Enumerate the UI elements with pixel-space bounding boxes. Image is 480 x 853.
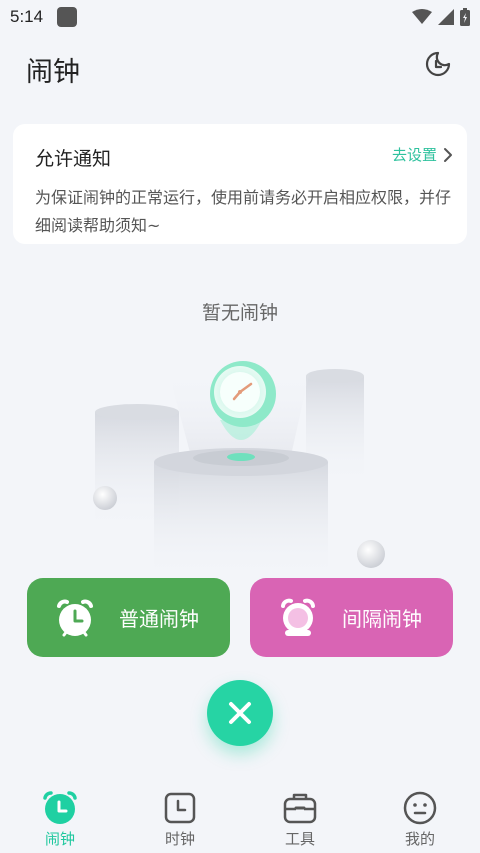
tab-alarm-label: 闹钟	[44, 830, 75, 848]
tab-tools-label: 工具	[284, 830, 315, 848]
wifi-icon	[412, 9, 432, 24]
page-title: 闹钟	[26, 57, 80, 88]
interval-alarm-icon	[281, 598, 315, 636]
add-normal-alarm-button[interactable]: 普通闹钟	[27, 578, 230, 657]
notice-text: 为保证闹钟的正常运行，使用前请务必开启相应权限，并仔细阅读帮助须知~	[35, 188, 452, 235]
normal-alarm-label: 普通闹钟	[119, 607, 199, 631]
alarm-clock-icon	[57, 599, 93, 636]
chevron-right-icon	[444, 147, 452, 162]
night-mode-button[interactable]	[424, 50, 452, 78]
tab-clock[interactable]: 时钟	[140, 780, 220, 853]
app-header: 闹钟	[0, 34, 480, 98]
moon-clock-icon	[425, 51, 451, 77]
status-bar: 5:14	[0, 0, 480, 34]
notification-app-icon	[57, 7, 78, 27]
status-icons	[412, 8, 470, 26]
go-settings-link[interactable]: 去设置	[392, 144, 453, 165]
permission-notice-card: 允许通知 去设置 为保证闹钟的正常运行，使用前请务必开启相应权限，并仔细阅读帮助…	[13, 124, 467, 244]
notice-title: 允许通知	[35, 148, 112, 170]
tab-me-label: 我的	[404, 830, 435, 848]
empty-state-illustration	[93, 361, 385, 580]
close-icon	[229, 702, 251, 724]
bottom-tab-bar: 闹钟 时钟 工具 我的	[0, 780, 480, 853]
add-interval-alarm-button[interactable]: 间隔闹钟	[250, 578, 453, 657]
face-icon	[403, 791, 437, 825]
close-menu-button[interactable]	[207, 680, 273, 746]
tab-me[interactable]: 我的	[380, 780, 460, 853]
tab-alarm[interactable]: 闹钟	[20, 780, 100, 853]
go-settings-label: 去设置	[391, 146, 437, 164]
toolbox-icon	[283, 793, 317, 824]
status-time: 5:14	[10, 7, 44, 26]
clock-icon	[164, 792, 196, 824]
alarm-icon	[43, 791, 77, 824]
battery-icon	[460, 8, 470, 26]
signal-icon	[438, 9, 454, 25]
interval-alarm-label: 间隔闹钟	[342, 607, 422, 631]
tab-clock-label: 时钟	[164, 830, 195, 848]
tab-tools[interactable]: 工具	[260, 780, 340, 853]
empty-state-text: 暂无闹钟	[201, 302, 278, 324]
